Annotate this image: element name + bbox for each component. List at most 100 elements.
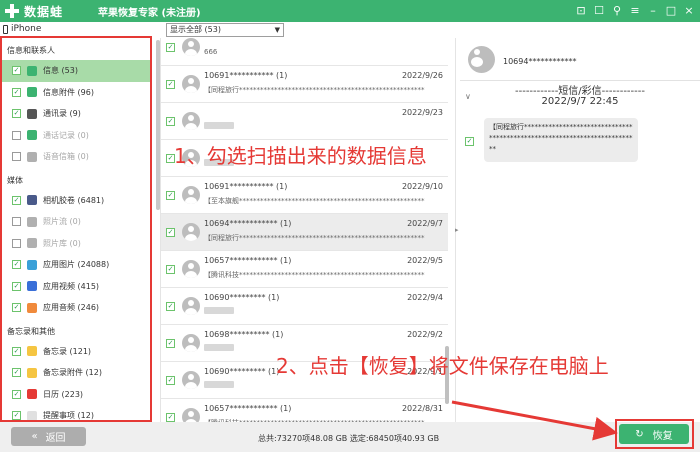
calendar-icon <box>27 389 37 400</box>
annotation-step2: 2、点击【恢复】将文件保存在电脑上 <box>276 354 609 378</box>
message-row[interactable]: ✓10657************ (1)2022/8/31【腾讯科技****… <box>161 399 448 422</box>
checkbox[interactable]: ✓ <box>12 66 21 76</box>
sidebar-item[interactable]: 照片流 (0) <box>2 211 150 233</box>
maximize-icon[interactable]: □ <box>664 3 678 19</box>
gift-icon[interactable]: ⊡ <box>574 3 588 19</box>
voicemail-icon <box>27 151 37 162</box>
checkbox[interactable]: ✓ <box>166 413 175 422</box>
message-date: 2022/9/7 <box>407 219 443 228</box>
avatar-icon <box>182 408 200 422</box>
sidebar-item[interactable]: ✓ 应用视频 (415) <box>2 276 150 298</box>
checkbox[interactable]: ✓ <box>12 411 21 420</box>
sidebar-item[interactable]: ✓ 相机胶卷 (6481) <box>2 190 150 212</box>
checkbox[interactable]: ✓ <box>166 80 175 89</box>
message-row[interactable]: ✓ 10690********* (1) 2022/9/4 <box>161 288 448 325</box>
sidebar-item-label: 应用图片 (24088) <box>43 260 110 270</box>
collapse-arrow-icon[interactable]: ▸ <box>455 226 459 234</box>
checkbox[interactable]: ✓ <box>166 191 175 200</box>
message-type-label: ------------短信/彩信------------ <box>515 86 645 97</box>
checkbox[interactable] <box>12 217 21 227</box>
message-date: 2022/9/10 <box>401 182 443 191</box>
chat-icon[interactable]: ☐ <box>592 3 606 19</box>
sidebar-item-label: 应用视频 (415) <box>43 281 100 291</box>
checkbox[interactable]: ✓ <box>12 87 21 97</box>
sidebar-item[interactable]: ✓ 日历 (223) <box>2 384 150 406</box>
message-preview: 【同程旅行***********************************… <box>204 86 425 94</box>
close-icon[interactable]: × <box>682 3 696 19</box>
sidebar-item[interactable]: 通话记录 (0) <box>2 125 150 147</box>
camera-icon <box>27 195 37 206</box>
checkbox[interactable]: ✓ <box>12 195 21 205</box>
message-preview: 【至本旗舰***********************************… <box>204 197 425 205</box>
user-icon[interactable]: ⚲ <box>610 3 624 19</box>
message-icon <box>27 65 37 76</box>
message-row[interactable]: ✓ 666 <box>161 38 448 66</box>
sidebar-item-label: 相机胶卷 (6481) <box>43 195 105 205</box>
message-date: 2022/9/26 <box>401 71 443 80</box>
checkbox[interactable] <box>12 238 21 248</box>
sidebar-item[interactable]: ✓ 应用图片 (24088) <box>2 254 150 276</box>
message-row[interactable]: ✓ 10691*********** (1) 2022/9/10 【至本旗舰*****… <box>161 177 448 214</box>
message-date: 2022/8/31 <box>401 404 443 413</box>
back-button[interactable]: « 返回 <box>11 427 86 446</box>
message-title: 10657************ (1) <box>204 256 292 265</box>
checkbox[interactable]: ✓ <box>12 109 21 119</box>
checkbox[interactable]: ✓ <box>166 43 175 52</box>
contacts-icon <box>27 108 37 119</box>
checkbox[interactable]: ✓ <box>166 376 175 385</box>
app-audio-icon <box>27 302 37 313</box>
message-title: 10690********* (1) <box>204 293 280 302</box>
filter-dropdown[interactable]: 显示全部 (53) ▼ <box>166 23 284 37</box>
checkbox[interactable]: ✓ <box>166 117 175 126</box>
message-row[interactable]: ✓ 2022/9/23 <box>161 103 448 140</box>
checkbox[interactable]: ✓ <box>166 302 175 311</box>
checkbox[interactable] <box>12 130 21 140</box>
category-sidebar: 信息和联系人 ✓ 信息 (53) ✓ 信息附件 (96) ✓ 通讯录 (9) 通话记录 (0)… <box>0 36 152 422</box>
sidebar-item[interactable]: ✓ 信息附件 (96) <box>2 82 150 104</box>
sidebar-item[interactable]: 照片库 (0) <box>2 233 150 255</box>
message-checkbox[interactable]: ✓ <box>465 137 474 146</box>
contact-number: 10694************ <box>503 57 577 66</box>
sidebar-item-label: 提醒事项 (12) <box>43 411 94 421</box>
sidebar-item[interactable]: ✓ 备忘录附件 (12) <box>2 362 150 384</box>
sidebar-section-title: 信息和联系人 <box>7 46 55 55</box>
checkbox[interactable] <box>12 152 21 162</box>
message-row[interactable]: ✓ 10691*********** (1) 2022/9/26 【同程旅行*****… <box>161 66 448 103</box>
menu-icon[interactable]: ≡ <box>628 3 642 19</box>
checkbox[interactable]: ✓ <box>12 389 21 399</box>
device-row[interactable]: iPhone <box>0 22 160 36</box>
message-row[interactable]: ✓ 10694************ (1) 2022/9/7 【同程旅行*****… <box>161 214 448 251</box>
checkbox[interactable]: ✓ <box>166 339 175 348</box>
sidebar-item-label: 信息 (53) <box>43 66 78 76</box>
message-title: 10698********** (1) <box>204 330 284 339</box>
recover-label: 恢复 <box>652 430 673 442</box>
checkbox[interactable]: ✓ <box>166 228 175 237</box>
sidebar-item[interactable]: ✓ 应用音频 (246) <box>2 297 150 319</box>
message-title: 10691*********** (1) <box>204 182 288 191</box>
sidebar-item[interactable]: ✓ 备忘录 (121) <box>2 341 150 363</box>
message-row[interactable]: ✓ 10657************ (1) 2022/9/5 【腾讯科技*****… <box>161 251 448 288</box>
back-label: 返回 <box>45 433 66 444</box>
checkbox[interactable]: ✓ <box>166 265 175 274</box>
sidebar-item[interactable]: 语音信箱 (0) <box>2 146 150 168</box>
sidebar-item[interactable]: ✓ 提醒事项 (12) <box>2 405 150 421</box>
sidebar-section-title: 备忘录和其他 <box>7 326 55 336</box>
app-title: 苹果恢复专家 (未注册) <box>98 8 201 19</box>
recover-icon: ↻ <box>635 428 644 440</box>
checkbox[interactable]: ✓ <box>12 281 21 291</box>
checkbox[interactable]: ✓ <box>12 346 21 356</box>
minimize-icon[interactable]: – <box>646 3 660 19</box>
message-date: 2022/9/4 <box>407 293 443 302</box>
checkbox[interactable]: ✓ <box>12 368 21 378</box>
notes-icon <box>27 346 37 357</box>
sidebar-item-label: 通讯录 (9) <box>43 109 81 119</box>
message-title: 10657************ (1) <box>204 404 292 413</box>
checkbox[interactable]: ✓ <box>12 303 21 313</box>
recover-button[interactable]: ↻ 恢复 <box>619 424 689 444</box>
message-bubble: 【同程旅行***********************************… <box>484 118 638 162</box>
checkbox[interactable]: ✓ <box>12 260 21 270</box>
app-video-icon <box>27 281 37 292</box>
message-date: 2022/9/23 <box>401 108 443 117</box>
sidebar-item[interactable]: ✓ 通讯录 (9) <box>2 103 150 125</box>
sidebar-item[interactable]: ✓ 信息 (53) <box>2 60 150 82</box>
